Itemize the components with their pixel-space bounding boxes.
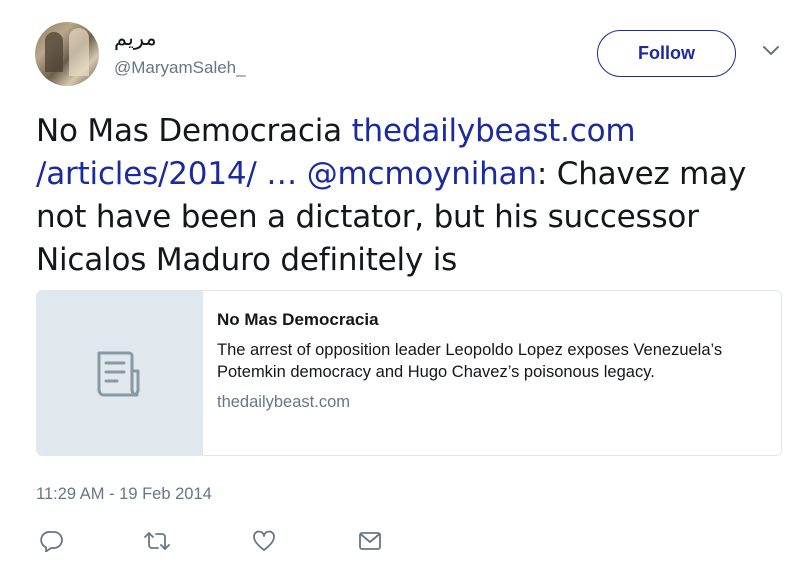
tweet-text: No Mas Democracia thedailybeast.com /art…: [36, 110, 796, 282]
avatar-detail: [45, 32, 63, 72]
card-title: No Mas Democracia: [217, 310, 379, 329]
retweet-icon[interactable]: [144, 530, 170, 552]
tweet-timestamp[interactable]: 11:29 AM - 19 Feb 2014: [36, 485, 212, 504]
user-handle[interactable]: @MaryamSaleh_: [114, 58, 246, 78]
card-description: The arrest of opposition leader Leopoldo…: [217, 341, 723, 381]
display-name[interactable]: مريم: [114, 26, 157, 50]
like-icon[interactable]: [252, 530, 276, 552]
card-domain: thedailybeast.com: [217, 393, 350, 411]
card-thumbnail: [37, 291, 203, 455]
card-body: No Mas Democracia The arrest of oppositi…: [217, 309, 767, 412]
link-card[interactable]: No Mas Democracia The arrest of oppositi…: [36, 290, 782, 456]
avatar[interactable]: [35, 22, 99, 86]
reply-icon[interactable]: [40, 530, 64, 552]
follow-button[interactable]: Follow: [597, 30, 736, 77]
tweet-text-prefix: No Mas Democracia: [36, 113, 352, 149]
direct-message-icon[interactable]: [358, 530, 382, 552]
chevron-down-icon[interactable]: [762, 44, 780, 58]
document-icon: [97, 351, 140, 397]
mention-link[interactable]: @mcmoynihan: [307, 156, 537, 192]
avatar-detail: [69, 28, 89, 76]
